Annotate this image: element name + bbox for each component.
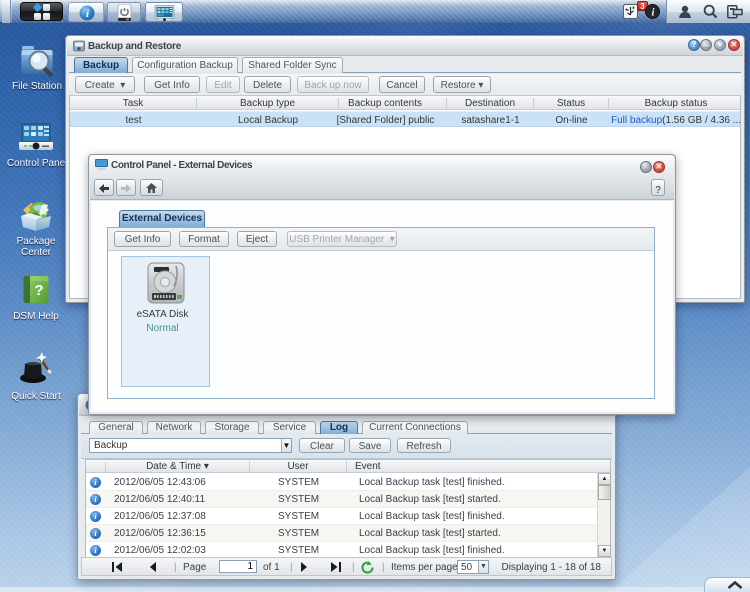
svg-text:i: i — [652, 8, 655, 19]
svg-text:?: ? — [34, 282, 43, 299]
